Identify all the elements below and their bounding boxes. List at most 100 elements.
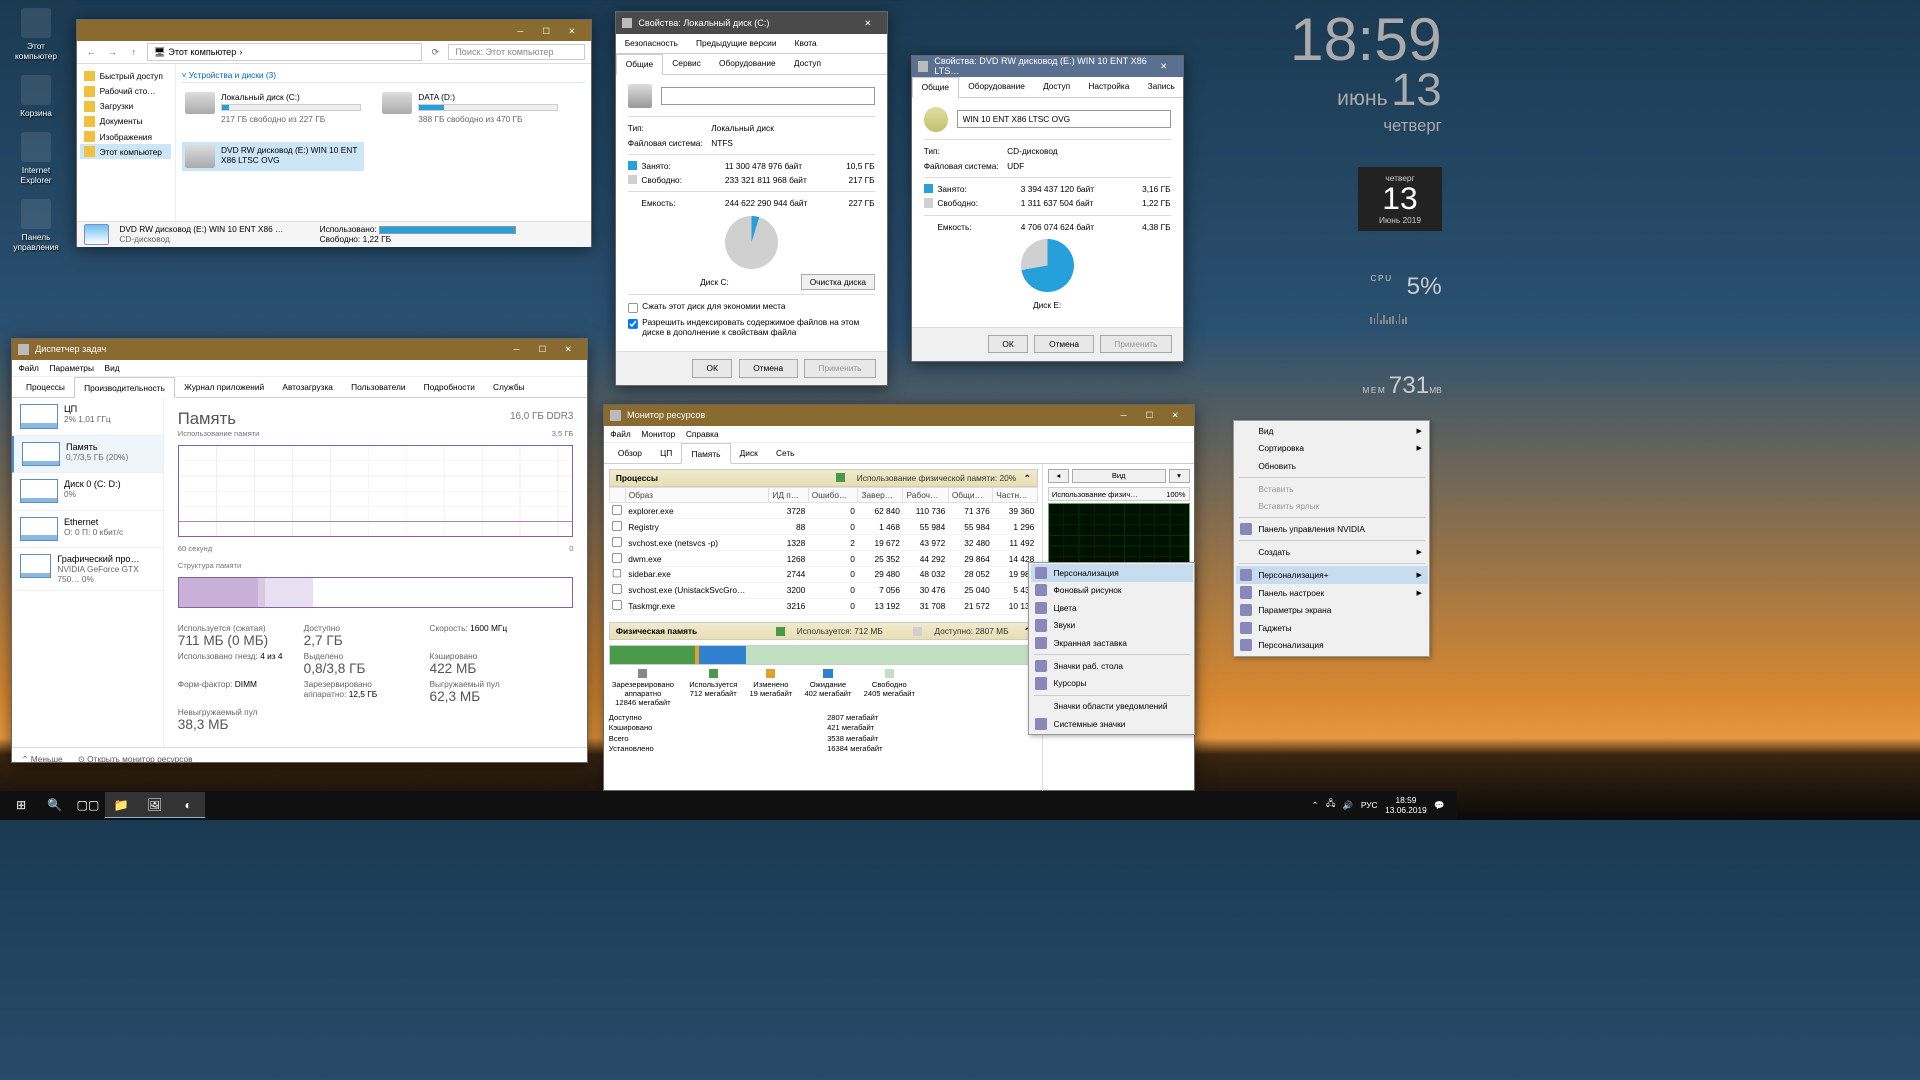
refresh-button[interactable]: ⟳	[427, 44, 444, 61]
dialog-button[interactable]: Применить	[1100, 335, 1172, 353]
menu-item[interactable]: Монитор	[641, 429, 675, 439]
tab[interactable]: Общие	[912, 77, 960, 98]
tab[interactable]: Настройка	[1079, 77, 1138, 97]
close-button[interactable]: ✕	[555, 341, 581, 358]
system-tray[interactable]: ⌃ 🖧 🔊 РУС 18:59 13.06.2019 💬	[1311, 795, 1452, 815]
taskbar-explorer[interactable]: 📁	[105, 792, 138, 818]
compress-checkbox[interactable]: Сжать этот диск для экономии места	[628, 301, 875, 312]
taskbar-app[interactable]: 🖼	[138, 792, 171, 818]
drive-item[interactable]: DVD RW дисковод (E:) WIN 10 ENT X86 LTSC…	[182, 142, 364, 171]
tab[interactable]: Предыдущие версии	[687, 34, 786, 53]
table-row[interactable]: sidebar.exe2744029 48048 03228 05219 980	[609, 567, 1037, 583]
perf-item[interactable]: Память0,7/3,5 ГБ (20%)	[12, 436, 163, 473]
table-row[interactable]: svchost.exe (UnistackSvcGro…320007 05630…	[609, 582, 1037, 598]
desktop-icon[interactable]: Панель управления	[8, 199, 65, 252]
minimize-button[interactable]: ─	[1111, 407, 1137, 424]
close-button[interactable]: ✕	[855, 15, 881, 32]
dropdown-button[interactable]: ▾	[1169, 469, 1190, 483]
action-center-icon[interactable]: 💬	[1434, 800, 1444, 811]
tab[interactable]: Доступ	[1034, 77, 1079, 97]
tab[interactable]: Общие	[616, 54, 664, 75]
tab[interactable]: Запись	[1138, 77, 1184, 97]
minimize-button[interactable]: ─	[504, 341, 530, 358]
close-button[interactable]: ✕	[559, 22, 585, 39]
tab[interactable]: Процессы	[17, 377, 74, 397]
sidebar-item[interactable]: Быстрый доступ	[80, 69, 172, 84]
menu-item[interactable]: Обновить	[1236, 457, 1428, 475]
resmon-titlebar[interactable]: Монитор ресурсов ─☐✕	[604, 405, 1194, 426]
view-select[interactable]: Вид	[1072, 469, 1166, 483]
tab[interactable]: Автозагрузка	[273, 377, 342, 397]
tab[interactable]: Журнал приложений	[175, 377, 273, 397]
drives-group-header[interactable]: ˅ Устройства и диски (3)	[182, 70, 585, 83]
start-button[interactable]: ⊞	[5, 792, 38, 818]
tab[interactable]: Оборудование	[710, 54, 785, 74]
volume-name-input[interactable]	[957, 110, 1171, 128]
perf-item[interactable]: EthernetО: 0 П: 0 кбит/с	[12, 511, 163, 548]
tab[interactable]: Безопасность	[616, 34, 687, 53]
menu-item[interactable]: Системные значки	[1031, 715, 1193, 733]
menu-item[interactable]: Персонализация+▶	[1236, 566, 1428, 584]
menu-item[interactable]: Панель управления NVIDIA	[1236, 521, 1428, 539]
menu-item[interactable]: Панель настроек▶	[1236, 584, 1428, 602]
tab[interactable]: Производительность	[74, 377, 175, 398]
search-button[interactable]: 🔍	[38, 792, 71, 818]
menu-item[interactable]: Значки раб. стола	[1031, 657, 1193, 675]
drive-item[interactable]: Локальный диск (C:)217 ГБ свободно из 22…	[182, 89, 364, 127]
tab[interactable]: Память	[681, 443, 730, 464]
menu-item[interactable]: Персонализация	[1236, 636, 1428, 654]
tab[interactable]: Диск	[731, 443, 767, 463]
index-checkbox[interactable]: Разрешить индексировать содержимое файло…	[628, 317, 875, 337]
dialog-button[interactable]: Отмена	[1034, 335, 1093, 353]
close-button[interactable]: ✕	[1162, 407, 1188, 424]
tab[interactable]: Обзор	[609, 443, 651, 463]
tab[interactable]: Пользователи	[342, 377, 415, 397]
menu-item[interactable]: Файл	[18, 363, 38, 373]
maximize-button[interactable]: ☐	[533, 22, 559, 39]
maximize-button[interactable]: ☐	[1136, 407, 1162, 424]
menu-item[interactable]: Создать▶	[1236, 543, 1428, 561]
menu-item[interactable]: Вид	[105, 363, 120, 373]
tab[interactable]: Оборудование	[959, 77, 1034, 97]
back-button[interactable]: ←	[83, 44, 100, 61]
desktop-icon[interactable]: Internet Explorer	[8, 132, 65, 185]
tab[interactable]: Сеть	[767, 443, 804, 463]
volume-name-input[interactable]	[661, 87, 875, 105]
perf-item[interactable]: Диск 0 (C: D:)0%	[12, 473, 163, 510]
task-manager-titlebar[interactable]: Диспетчер задач ─☐✕	[12, 339, 587, 360]
tab[interactable]: Квота	[786, 34, 826, 53]
menu-item[interactable]: Параметры экрана	[1236, 601, 1428, 619]
minimize-button[interactable]: ─	[507, 22, 533, 39]
processes-panel-header[interactable]: ПроцессыИспользование физической памяти:…	[609, 469, 1038, 487]
menu-item[interactable]: Фоновый рисунок	[1031, 582, 1193, 600]
table-row[interactable]: Registry8801 46855 98455 9841 296	[609, 519, 1037, 535]
tab[interactable]: Службы	[484, 377, 534, 397]
tray-icon[interactable]: ⌃	[1311, 800, 1318, 810]
sidebar-item[interactable]: Изображения	[80, 129, 172, 144]
menu-item[interactable]: Гаджеты	[1236, 619, 1428, 637]
tab[interactable]: Подробности	[415, 377, 484, 397]
menu-item[interactable]: Справка	[686, 429, 719, 439]
address-bar[interactable]: 🖥 Этот компьютер ›	[147, 43, 423, 61]
tab[interactable]: Сервис	[663, 54, 710, 74]
network-icon[interactable]: 🖧	[1326, 798, 1335, 812]
menu-item[interactable]: Вид▶	[1236, 422, 1428, 440]
forward-button[interactable]: →	[104, 44, 121, 61]
menu-item[interactable]: Цвета	[1031, 599, 1193, 617]
explorer-titlebar[interactable]: ─☐✕	[77, 20, 591, 41]
dialog-button[interactable]: Применить	[804, 359, 876, 377]
menu-item[interactable]: Экранная заставка	[1031, 634, 1193, 652]
up-button[interactable]: ↑	[125, 44, 142, 61]
phys-mem-panel-header[interactable]: Физическая памятьИспользуется: 712 МБДос…	[609, 622, 1038, 640]
maximize-button[interactable]: ☐	[529, 341, 555, 358]
perf-item[interactable]: Графический про…NVIDIA GeForce GTX 750… …	[12, 548, 163, 591]
sidebar-item[interactable]: Этот компьютер	[80, 144, 172, 159]
desktop-icon[interactable]: Корзина	[8, 75, 65, 118]
sidebar-item[interactable]: Загрузки	[80, 99, 172, 114]
search-input[interactable]: Поиск: Этот компьютер	[448, 44, 585, 61]
table-row[interactable]: Taskmgr.exe3216013 19231 70821 57210 136	[609, 598, 1037, 614]
tab[interactable]: ЦП	[651, 443, 681, 463]
disk-cleanup-button[interactable]: Очистка диска	[801, 274, 875, 291]
taskbar-app[interactable]: ◐	[171, 792, 204, 818]
properties-e-titlebar[interactable]: Свойства: DVD RW дисковод (E:) WIN 10 EN…	[912, 56, 1183, 77]
